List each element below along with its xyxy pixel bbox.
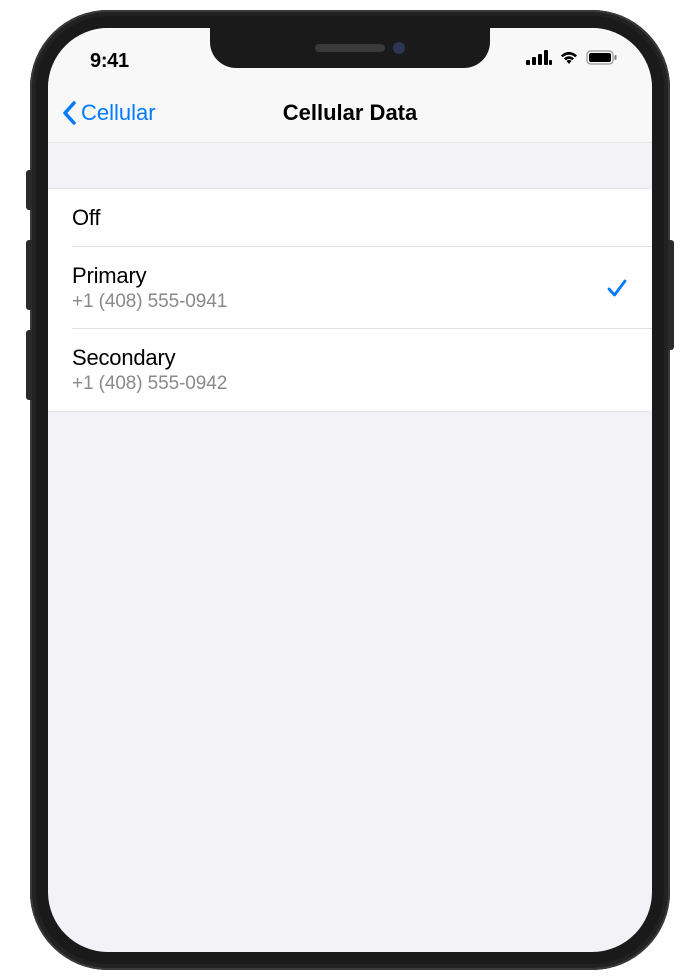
row-content: Secondary +1 (408) 555-0942 (72, 345, 227, 395)
speaker-grille (315, 44, 385, 52)
power-button (668, 240, 674, 350)
option-secondary[interactable]: Secondary +1 (408) 555-0942 (48, 329, 652, 411)
battery-icon (586, 50, 618, 65)
volume-up-button (26, 240, 32, 310)
checkmark-icon (606, 277, 628, 299)
option-primary[interactable]: Primary +1 (408) 555-0941 (48, 247, 652, 329)
row-label: Off (72, 205, 100, 231)
page-title: Cellular Data (283, 100, 418, 126)
chevron-left-icon (62, 101, 77, 125)
status-icons (526, 50, 618, 65)
options-list: Off Primary +1 (408) 555-0941 (48, 188, 652, 412)
row-content: Off (72, 205, 100, 231)
row-phone-number: +1 (408) 555-0942 (72, 373, 227, 395)
front-camera (393, 42, 405, 54)
status-time: 9:41 (90, 50, 129, 73)
mute-switch (26, 170, 32, 210)
screen: 9:41 (48, 28, 652, 952)
navigation-bar: Cellular Cellular Data (48, 83, 652, 143)
row-content: Primary +1 (408) 555-0941 (72, 263, 227, 313)
content-area: Off Primary +1 (408) 555-0941 (48, 188, 652, 412)
row-label: Primary (72, 263, 227, 289)
row-phone-number: +1 (408) 555-0941 (72, 291, 227, 313)
wifi-icon (559, 50, 579, 65)
back-button[interactable]: Cellular (62, 100, 156, 126)
row-label: Secondary (72, 345, 227, 371)
phone-frame: 9:41 (30, 10, 670, 970)
volume-down-button (26, 330, 32, 400)
notch (210, 28, 490, 68)
option-off[interactable]: Off (48, 189, 652, 247)
back-label: Cellular (81, 100, 156, 126)
dual-sim-signal-icon (526, 50, 552, 65)
